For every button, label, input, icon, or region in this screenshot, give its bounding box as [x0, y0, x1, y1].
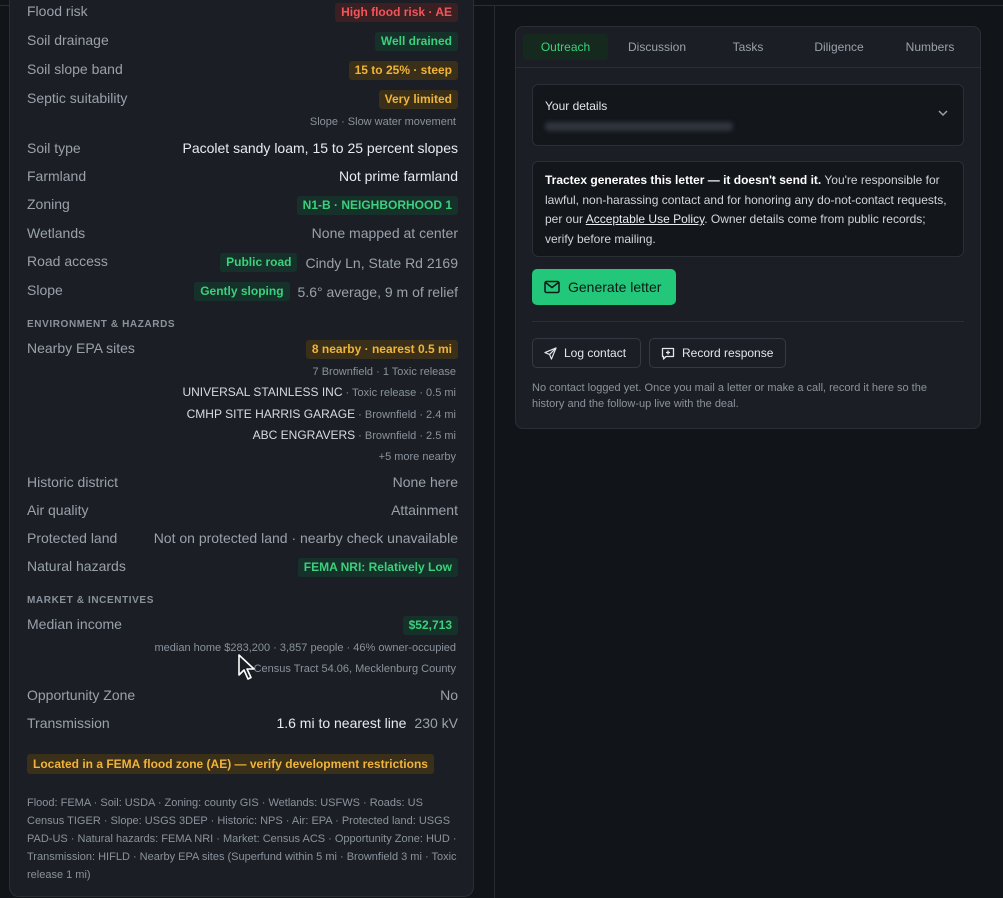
- row-septic: Septic suitability Very limited: [27, 88, 458, 110]
- row-zoning: Zoning N1-B · NEIGHBORHOOD 1: [27, 194, 458, 216]
- mail-icon: [544, 280, 560, 294]
- row-label: Road access: [27, 253, 108, 269]
- row-protected-land: Protected land Not on protected land · n…: [27, 528, 458, 550]
- natural-hazards-badge: FEMA NRI: Relatively Low: [297, 558, 458, 577]
- row-road-access: Road access Public road Cindy Ln, State …: [27, 251, 458, 273]
- transmission-voltage: 230 kV: [414, 715, 458, 731]
- row-label: Protected land: [27, 530, 118, 546]
- log-contact-label: Log contact: [564, 346, 627, 360]
- section-market-incentives: MARKET & INCENTIVES: [27, 595, 154, 606]
- record-response-label: Record response: [682, 346, 774, 360]
- tab-bar: Outreach Discussion Tasks Diligence Numb…: [516, 27, 980, 68]
- zoning-badge: N1-B · NEIGHBORHOOD 1: [296, 196, 458, 215]
- row-label: Slope: [27, 282, 63, 298]
- record-response-button[interactable]: Record response: [649, 338, 786, 368]
- flood-zone-warning: Located in a FEMA flood zone (AE) — veri…: [27, 754, 434, 774]
- usage-notice: Tractex generates this letter — it doesn…: [532, 161, 964, 257]
- section-environment-hazards: ENVIRONMENT & HAZARDS: [27, 319, 176, 330]
- row-historic: Historic district None here: [27, 472, 458, 494]
- send-icon: [544, 346, 557, 360]
- median-income-badge: $52,713: [402, 616, 458, 635]
- row-transmission: Transmission 1.6 mi to nearest line 230 …: [27, 713, 458, 735]
- slope-value: 5.6° average, 9 m of relief: [297, 283, 458, 300]
- census-tract: Census Tract 54.06, Mecklenburg County: [253, 663, 456, 675]
- opportunity-zone-value: No: [440, 687, 458, 703]
- epa-badge: 8 nearby · nearest 0.5 mi: [305, 340, 458, 359]
- outreach-card: Outreach Discussion Tasks Diligence Numb…: [515, 26, 981, 429]
- row-flood-risk: Flood risk High flood risk · AE: [27, 1, 458, 23]
- log-contact-button[interactable]: Log contact: [532, 338, 641, 368]
- row-farmland: Farmland Not prime farmland: [27, 166, 458, 188]
- row-label: Median income: [27, 616, 122, 632]
- row-soil-slope-band: Soil slope band 15 to 25% · steep: [27, 59, 458, 81]
- epa-site-item: ABC ENGRAVERS · Brownfield · 2.5 mi: [252, 428, 456, 442]
- soil-slope-badge: 15 to 25% · steep: [348, 61, 458, 80]
- row-label: Soil slope band: [27, 61, 123, 77]
- historic-value: None here: [392, 474, 458, 490]
- soil-type-value: Pacolet sandy loam, 15 to 25 percent slo…: [182, 140, 458, 156]
- column-divider: [494, 6, 495, 898]
- tab-outreach[interactable]: Outreach: [523, 34, 608, 60]
- generate-letter-button[interactable]: Generate letter: [532, 269, 676, 305]
- acceptable-use-link[interactable]: Acceptable Use Policy: [586, 212, 705, 226]
- row-label: Natural hazards: [27, 558, 126, 574]
- tab-diligence[interactable]: Diligence: [796, 34, 882, 60]
- row-label: Farmland: [27, 168, 87, 184]
- mouse-cursor-icon: [238, 654, 255, 680]
- no-contact-note: No contact logged yet. Once you mail a l…: [532, 382, 927, 410]
- row-soil-type: Soil type Pacolet sandy loam, 15 to 25 p…: [27, 138, 458, 160]
- row-soil-drainage: Soil drainage Well drained: [27, 30, 458, 52]
- road-access-badge: Public road: [220, 253, 298, 272]
- row-label: Transmission: [27, 715, 110, 731]
- road-access-value: Cindy Ln, State Rd 2169: [305, 254, 458, 271]
- row-label: Air quality: [27, 502, 89, 518]
- tab-discussion[interactable]: Discussion: [613, 34, 701, 60]
- chevron-down-icon: [938, 110, 948, 117]
- divider: [532, 321, 964, 322]
- row-label: Flood risk: [27, 3, 88, 19]
- income-details: median home $283,200 · 3,857 people · 46…: [154, 642, 456, 654]
- row-epa-sites: Nearby EPA sites 8 nearby · nearest 0.5 …: [27, 338, 458, 360]
- notice-bold: Tractex generates this letter — it doesn…: [545, 173, 822, 187]
- transmission-distance: 1.6 mi to nearest line: [276, 715, 407, 731]
- property-details-panel: Flood risk High flood risk · AE Soil dra…: [9, 0, 474, 897]
- row-air-quality: Air quality Attainment: [27, 500, 458, 522]
- epa-summary: 7 Brownfield · 1 Toxic release: [312, 366, 456, 378]
- tab-tasks[interactable]: Tasks: [706, 34, 790, 60]
- row-opportunity-zone: Opportunity Zone No: [27, 685, 458, 707]
- message-plus-icon: [661, 347, 675, 360]
- redacted-details: [545, 122, 733, 131]
- row-label: Nearby EPA sites: [27, 340, 135, 356]
- data-sources: Flood: FEMA · Soil: USDA · Zoning: count…: [27, 797, 457, 881]
- slope-badge: Gently sloping: [194, 282, 290, 301]
- generate-letter-label: Generate letter: [568, 279, 662, 295]
- tab-numbers[interactable]: Numbers: [888, 34, 972, 60]
- septic-reason: Slope · Slow water movement: [309, 116, 456, 128]
- farmland-value: Not prime farmland: [338, 168, 458, 184]
- row-slope: Slope Gently sloping 5.6° average, 9 m o…: [27, 280, 458, 302]
- row-label: Opportunity Zone: [27, 687, 136, 703]
- row-label: Historic district: [27, 474, 119, 490]
- row-wetlands: Wetlands None mapped at center: [27, 223, 458, 245]
- row-label: Soil drainage: [27, 32, 109, 48]
- your-details-dropdown[interactable]: Your details: [532, 84, 964, 146]
- flood-risk-badge: High flood risk · AE: [335, 3, 458, 22]
- air-quality-value: Attainment: [391, 502, 458, 518]
- epa-site-item: UNIVERSAL STAINLESS INC · Toxic release …: [182, 385, 456, 399]
- your-details-title: Your details: [545, 99, 608, 113]
- row-label: Wetlands: [27, 225, 86, 241]
- row-natural-hazards: Natural hazards FEMA NRI: Relatively Low: [27, 556, 458, 578]
- row-label: Septic suitability: [27, 90, 128, 106]
- epa-more-link[interactable]: +5 more nearby: [379, 451, 456, 463]
- row-label: Soil type: [27, 140, 81, 156]
- protected-land-value: Not on protected land · nearby check una…: [153, 530, 458, 546]
- soil-drainage-badge: Well drained: [374, 32, 458, 51]
- wetlands-value: None mapped at center: [311, 225, 458, 241]
- epa-site-item: CMHP SITE HARRIS GARAGE · Brownfield · 2…: [186, 407, 456, 421]
- row-median-income: Median income $52,713: [27, 614, 458, 636]
- row-label: Zoning: [27, 196, 70, 212]
- septic-badge: Very limited: [378, 90, 458, 109]
